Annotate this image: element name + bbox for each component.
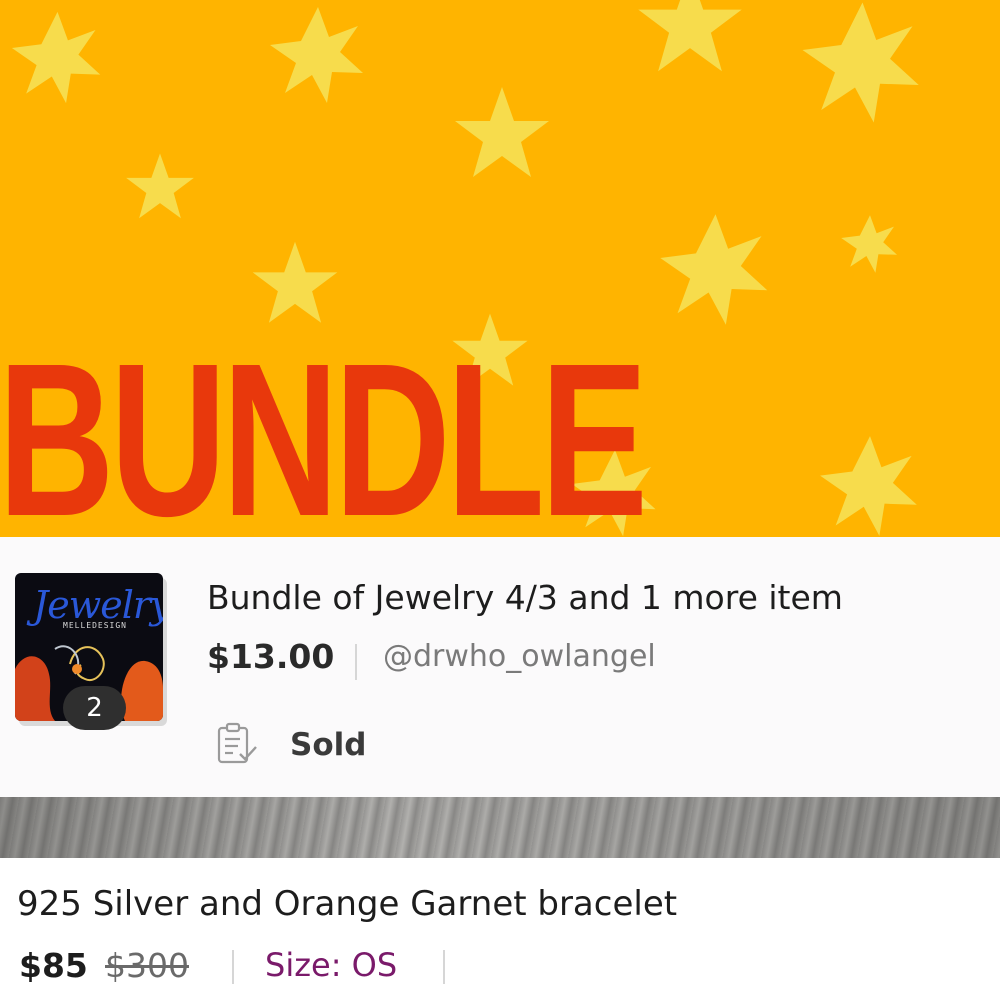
price-size-divider: [232, 950, 234, 984]
price-divider: [355, 644, 357, 680]
listing-original-price: $300: [105, 946, 189, 985]
bundle-price: $13.00: [207, 637, 335, 676]
listing-size: Size: OS: [265, 946, 398, 984]
listing-image-shade: [0, 797, 1000, 858]
size-divider: [443, 950, 445, 984]
listing-price: $85: [19, 946, 88, 985]
bundle-title[interactable]: Bundle of Jewelry 4/3 and 1 more item: [207, 578, 843, 617]
listing-title[interactable]: 925 Silver and Orange Garnet bracelet: [17, 884, 677, 924]
bundle-banner-text: BUNDLE: [0, 319, 648, 538]
seller-username[interactable]: @drwho_owlangel: [383, 639, 656, 674]
clipboard-check-icon: [217, 722, 257, 764]
item-count-badge: 2: [63, 686, 126, 730]
sold-status: Sold: [290, 727, 367, 763]
bundle-hero-image[interactable]: BUNDLE: [0, 0, 1000, 537]
